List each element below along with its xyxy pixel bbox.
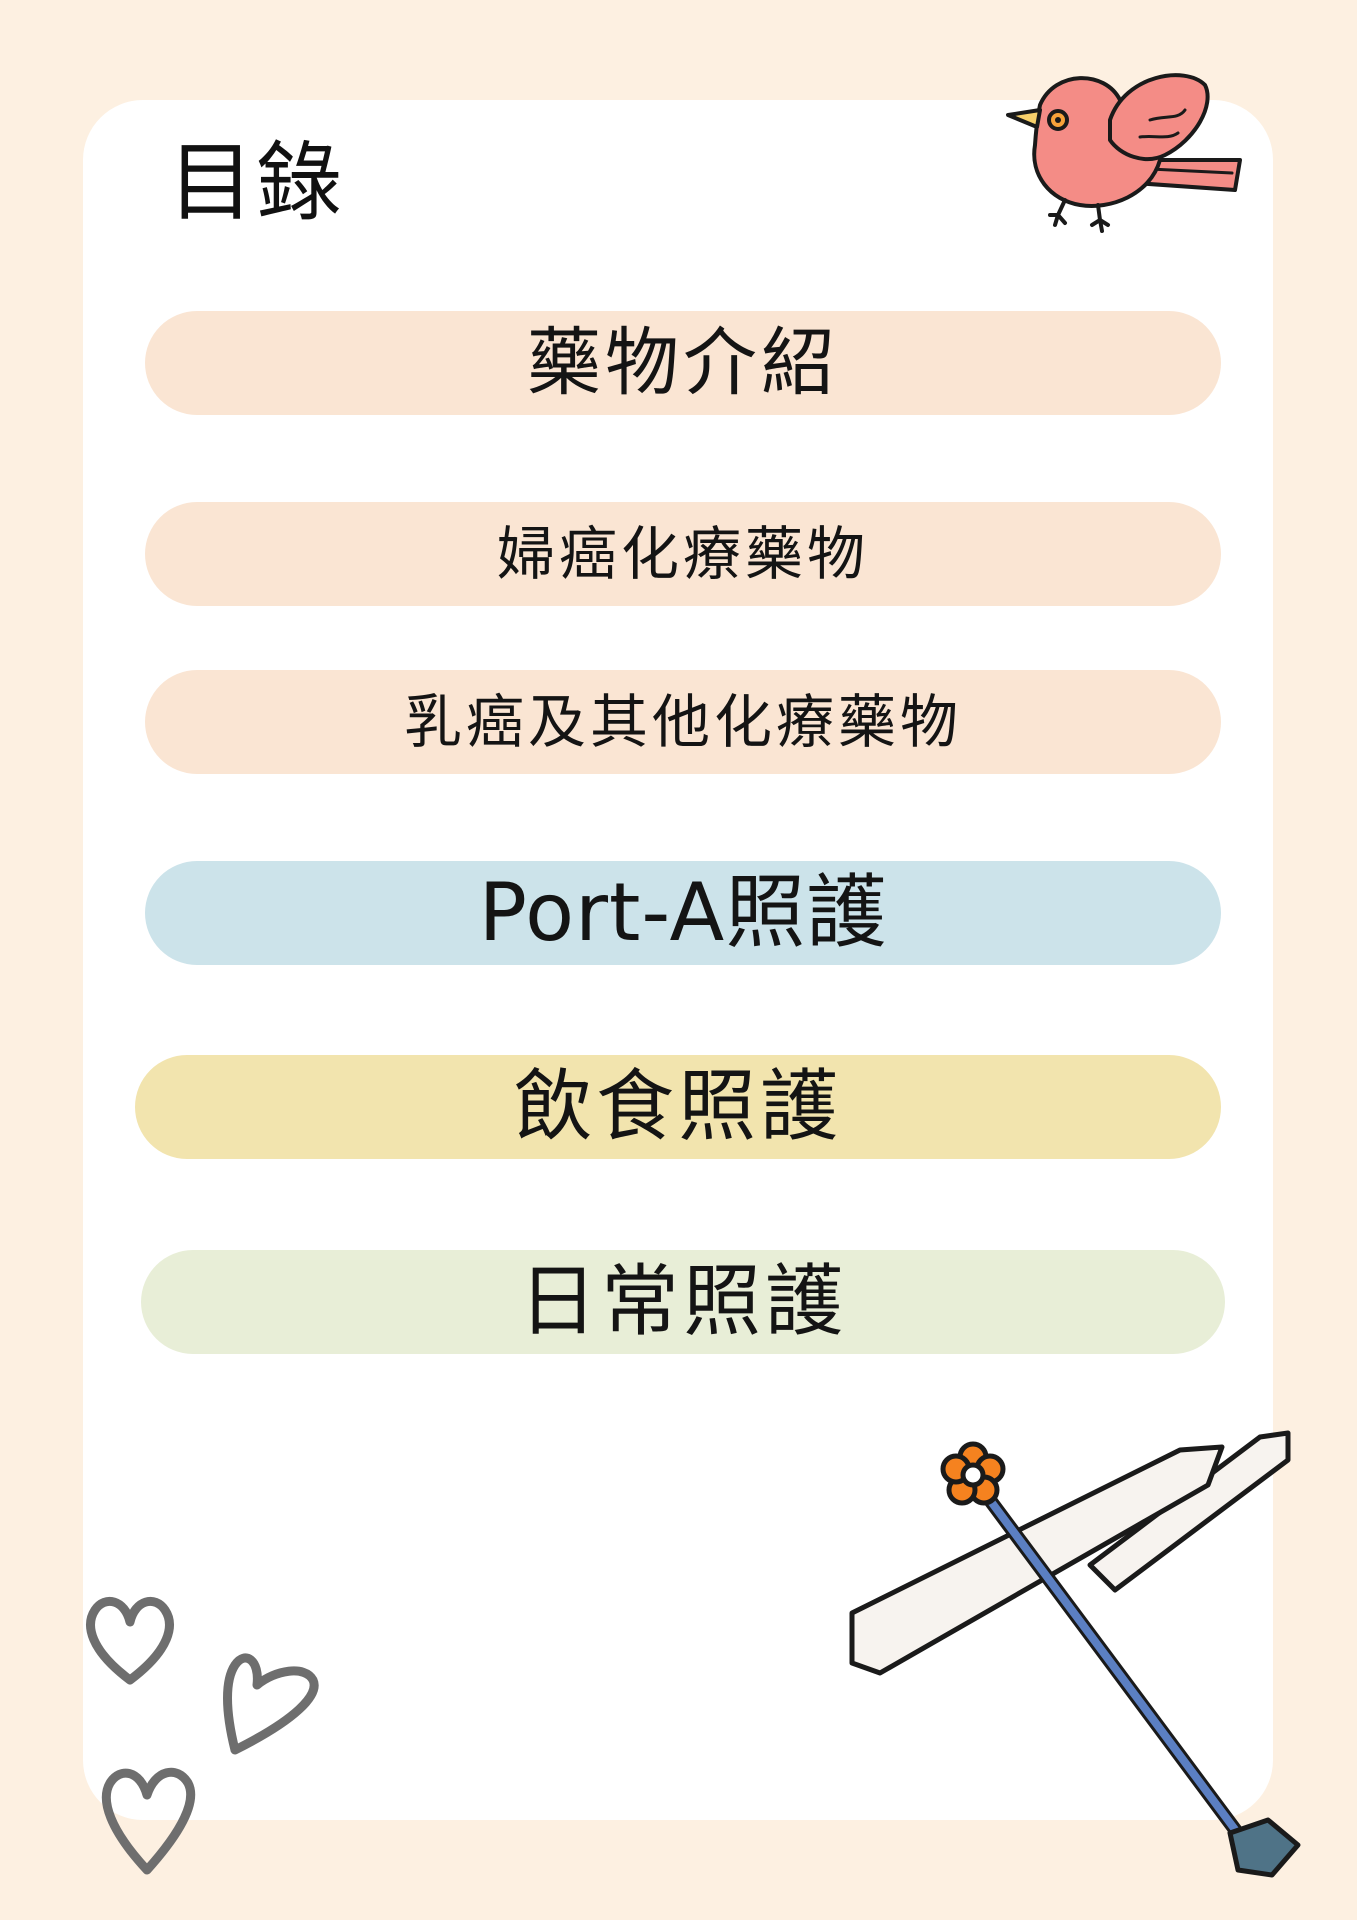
- menu-item-label: 飲食照護: [513, 1062, 842, 1152]
- airplane-icon: [849, 1430, 1301, 1878]
- heart-icon: [223, 1653, 319, 1755]
- menu-item-label: Port-A照護: [478, 866, 888, 959]
- menu-item-drug-intro[interactable]: 藥物介紹: [145, 311, 1221, 415]
- bird-icon: [1006, 73, 1242, 233]
- menu-item-gyn-chemo[interactable]: 婦癌化療藥物: [145, 502, 1221, 606]
- menu-item-port-a-care[interactable]: Port-A照護: [145, 861, 1221, 965]
- menu-item-diet-care[interactable]: 飲食照護: [135, 1055, 1221, 1159]
- menu-item-label: 日常照護: [518, 1257, 847, 1347]
- heart-icon: [101, 1767, 196, 1875]
- menu-item-label: 藥物介紹: [527, 320, 839, 406]
- menu-item-daily-care[interactable]: 日常照護: [141, 1250, 1225, 1354]
- menu-item-label: 乳癌及其他化療藥物: [403, 688, 962, 756]
- menu-item-breast-chemo[interactable]: 乳癌及其他化療藥物: [145, 670, 1221, 774]
- heart-icon: [86, 1596, 174, 1685]
- page-title: 目錄: [168, 133, 344, 233]
- menu-item-label: 婦癌化療藥物: [496, 520, 869, 588]
